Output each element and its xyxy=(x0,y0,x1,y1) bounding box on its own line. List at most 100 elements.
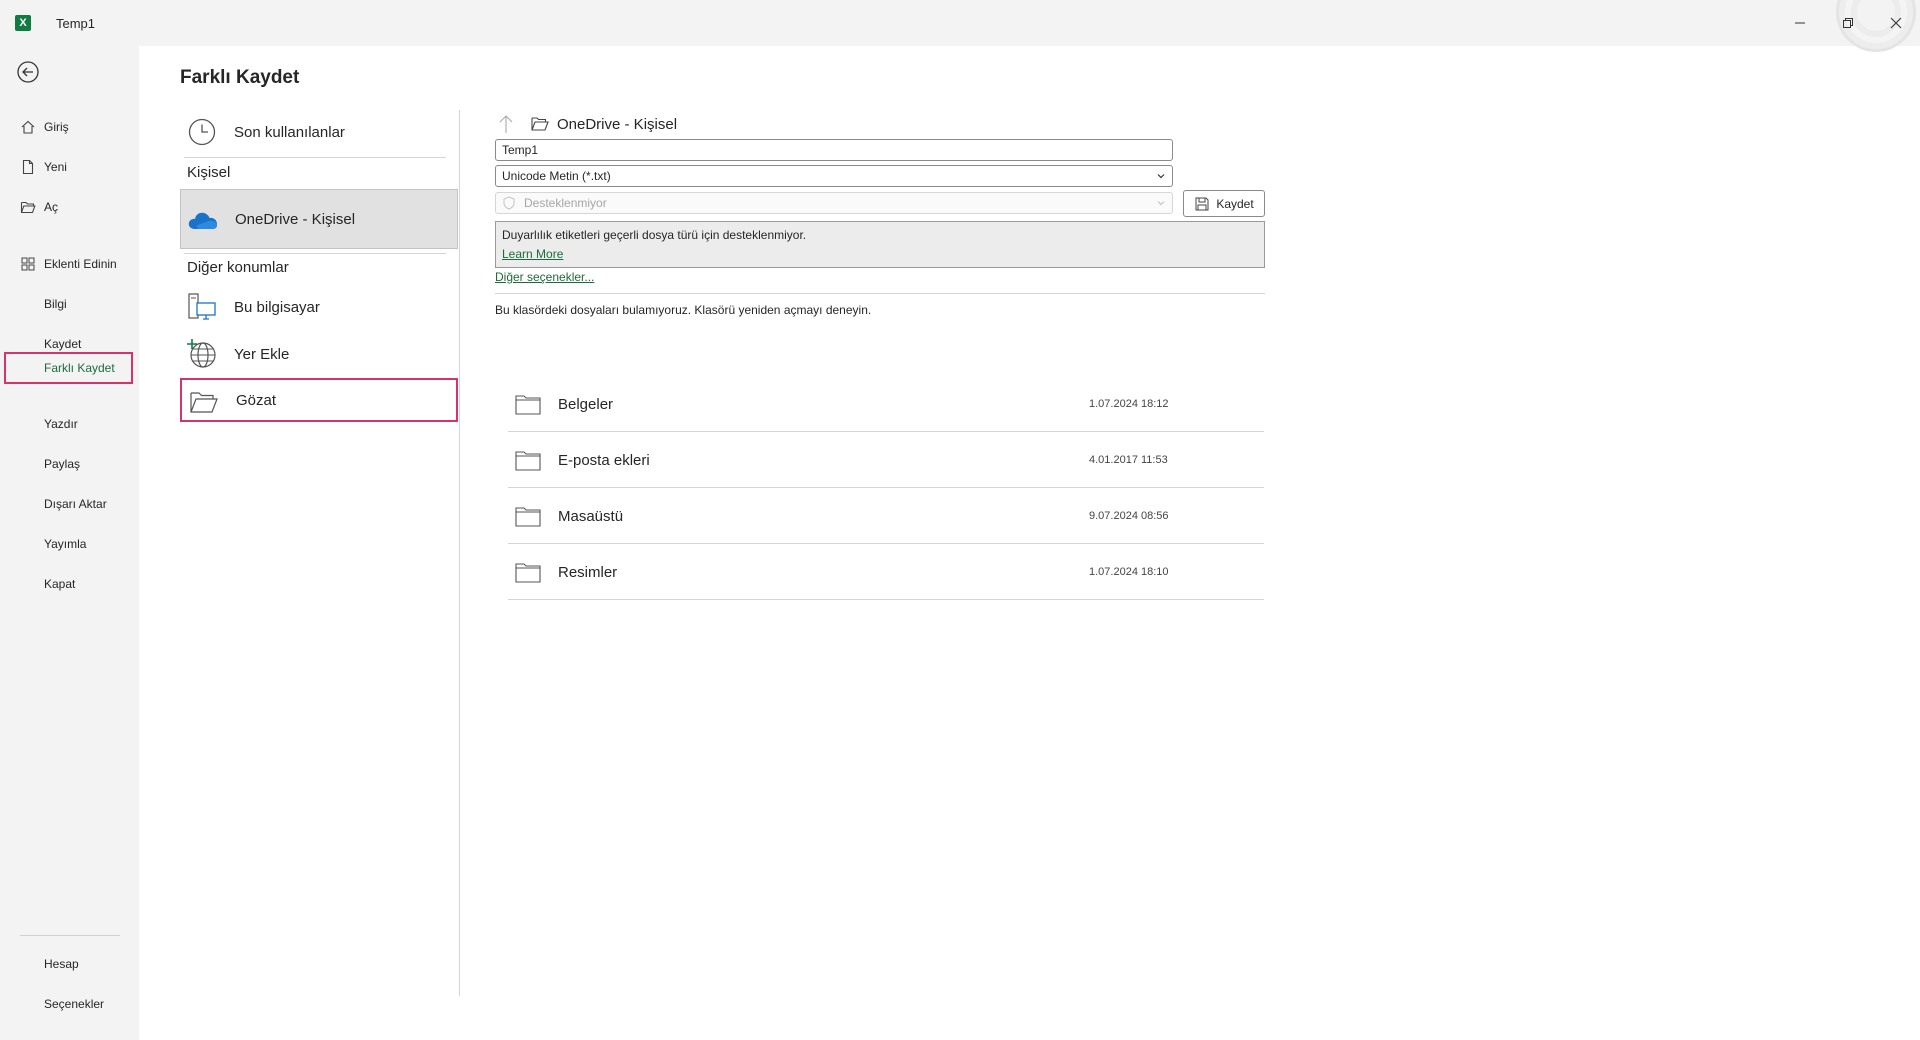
other-locations-heading: Diğer konumlar xyxy=(187,259,289,276)
folder-date: 4.01.2017 11:53 xyxy=(1089,454,1168,466)
nav-item-label: Bilgi xyxy=(44,297,67,311)
new-document-icon xyxy=(20,159,36,175)
nav-item-close[interactable]: Kapat xyxy=(4,569,133,599)
nav-item-publish[interactable]: Yayımla xyxy=(4,529,133,559)
close-button[interactable] xyxy=(1876,8,1916,38)
folder-date: 1.07.2024 18:10 xyxy=(1089,566,1169,578)
nav-item-label: Hesap xyxy=(44,957,79,971)
add-ins-icon xyxy=(20,256,36,272)
folder-icon xyxy=(515,507,541,527)
sensitivity-info-box: Duyarlılık etiketleri geçerli dosya türü… xyxy=(495,221,1265,268)
pane-divider xyxy=(459,110,460,996)
folder-date: 1.07.2024 18:12 xyxy=(1089,398,1169,410)
open-folder-icon xyxy=(20,199,36,215)
restore-icon xyxy=(1843,18,1853,28)
chevron-down-icon xyxy=(1157,174,1165,179)
folder-date: 9.07.2024 08:56 xyxy=(1089,510,1169,522)
divider xyxy=(495,293,1265,294)
sensitivity-value: Desteklenmiyor xyxy=(524,196,607,210)
nav-divider xyxy=(20,935,120,936)
nav-item-label: Seçenekler xyxy=(44,997,105,1011)
info-text: Duyarlılık etiketleri geçerli dosya türü… xyxy=(502,228,807,242)
folder-open-icon xyxy=(188,386,220,418)
location-label: Gözat xyxy=(236,391,277,409)
nav-item-add-ins[interactable]: Eklenti Edinin xyxy=(4,249,133,279)
sensitivity-label-icon xyxy=(503,196,515,210)
folder-name: E-posta ekleri xyxy=(558,452,650,469)
computer-icon xyxy=(186,291,218,323)
excel-app-icon: X xyxy=(15,15,31,31)
folder-icon xyxy=(515,451,541,471)
back-button[interactable] xyxy=(14,58,42,86)
nav-item-export[interactable]: Dışarı Aktar xyxy=(4,489,133,519)
folder-name: Masaüstü xyxy=(558,508,624,525)
nav-item-home[interactable]: Giriş xyxy=(4,112,133,142)
folder-icon xyxy=(515,563,541,583)
divider xyxy=(184,253,446,254)
nav-item-label: Kapat xyxy=(44,577,76,591)
folder-row[interactable]: Belgeler 1.07.2024 18:12 xyxy=(508,376,1264,432)
nav-item-label: Paylaş xyxy=(44,457,81,471)
folder-name: Belgeler xyxy=(558,396,614,413)
home-icon xyxy=(20,119,36,135)
nav-item-new[interactable]: Yeni xyxy=(4,152,133,182)
location-recent[interactable]: Son kullanılanlar xyxy=(180,110,458,154)
location-this-pc[interactable]: Bu bilgisayar xyxy=(180,285,458,329)
nav-item-save-as[interactable]: Farklı Kaydet xyxy=(4,352,133,384)
nav-item-share[interactable]: Paylaş xyxy=(4,449,133,479)
breadcrumb[interactable]: OneDrive - Kişisel xyxy=(557,116,677,133)
location-browse[interactable]: Gözat xyxy=(180,378,458,422)
folder-name: Resimler xyxy=(558,564,618,581)
breadcrumb-folder-icon xyxy=(530,114,550,134)
nav-item-label: Aç xyxy=(44,200,59,214)
nav-item-options[interactable]: Seçenekler xyxy=(4,989,133,1019)
nav-item-open[interactable]: Aç xyxy=(4,192,133,222)
close-icon xyxy=(1890,17,1902,29)
folder-row[interactable]: Resimler 1.07.2024 18:10 xyxy=(508,544,1264,600)
globe-add-icon xyxy=(186,338,218,370)
restore-button[interactable] xyxy=(1828,8,1868,38)
location-label: Bu bilgisayar xyxy=(234,298,320,316)
nav-item-account[interactable]: Hesap xyxy=(4,949,133,979)
divider xyxy=(184,157,446,158)
save-button-label: Kaydet xyxy=(1216,196,1254,211)
chevron-down-icon xyxy=(1157,201,1165,206)
empty-folder-message: Bu klasördeki dosyaları bulamıyoruz. Kla… xyxy=(495,303,872,317)
more-options-link[interactable]: Diğer seçenekler... xyxy=(495,270,594,284)
up-one-level-button[interactable] xyxy=(497,114,515,134)
folder-row[interactable]: E-posta ekleri 4.01.2017 11:53 xyxy=(508,432,1264,488)
minimize-button[interactable] xyxy=(1780,8,1820,38)
personal-heading: Kişisel xyxy=(187,164,231,181)
page-title: Farklı Kaydet xyxy=(180,67,300,88)
nav-item-label: Dışarı Aktar xyxy=(44,497,107,511)
onedrive-cloud-icon xyxy=(187,204,219,236)
back-arrow-icon xyxy=(17,61,39,83)
title-bar: X Temp1 xyxy=(0,0,1920,52)
nav-item-label: Giriş xyxy=(44,120,69,134)
folder-icon xyxy=(515,395,541,415)
document-title: Temp1 xyxy=(56,16,96,31)
up-arrow-icon xyxy=(499,115,513,133)
nav-item-label: Kaydet xyxy=(44,337,82,351)
learn-more-link[interactable]: Learn More xyxy=(502,247,563,261)
file-name-value: Temp1 xyxy=(502,143,539,157)
location-label: Yer Ekle xyxy=(234,345,290,363)
nav-item-label: Farklı Kaydet xyxy=(44,361,115,375)
clock-icon xyxy=(186,116,218,148)
location-add-place[interactable]: Yer Ekle xyxy=(180,332,458,376)
nav-item-label: Eklenti Edinin xyxy=(44,257,117,271)
location-onedrive[interactable]: OneDrive - Kişisel xyxy=(180,189,458,249)
location-label: Son kullanılanlar xyxy=(234,123,345,141)
nav-item-info[interactable]: Bilgi xyxy=(4,289,133,319)
save-icon xyxy=(1195,197,1209,210)
save-button[interactable]: Kaydet xyxy=(1183,190,1265,217)
sensitivity-dropdown: Desteklenmiyor xyxy=(495,192,1173,214)
minimize-icon xyxy=(1795,22,1805,24)
location-label: OneDrive - Kişisel xyxy=(235,210,356,228)
folder-row[interactable]: Masaüstü 9.07.2024 08:56 xyxy=(508,488,1264,544)
nav-item-label: Yazdır xyxy=(44,417,78,431)
nav-item-print[interactable]: Yazdır xyxy=(4,409,133,439)
nav-item-label: Yeni xyxy=(44,160,67,174)
file-name-input[interactable]: Temp1 xyxy=(495,139,1173,161)
file-type-dropdown[interactable]: Unicode Metin (*.txt) xyxy=(495,165,1173,187)
